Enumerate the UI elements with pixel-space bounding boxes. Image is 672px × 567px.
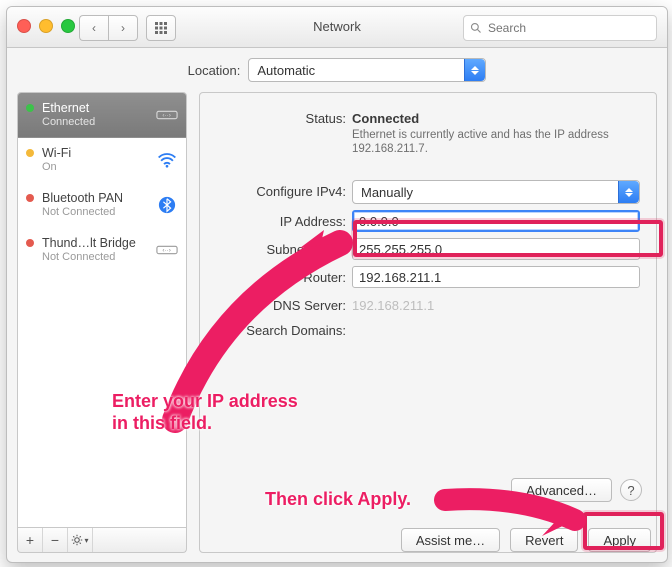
location-label: Location: bbox=[188, 63, 241, 78]
location-value: Automatic bbox=[257, 63, 315, 78]
service-thunderbolt-bridge[interactable]: Thund…lt Bridge Not Connected ‹··› bbox=[18, 228, 186, 273]
wifi-icon bbox=[156, 151, 178, 169]
status-label: Status: bbox=[216, 107, 352, 126]
search-icon bbox=[470, 22, 482, 34]
search-input[interactable] bbox=[486, 20, 650, 36]
apply-button[interactable]: Apply bbox=[588, 528, 651, 552]
service-bluetooth-pan[interactable]: Bluetooth PAN Not Connected bbox=[18, 183, 186, 228]
router-label: Router: bbox=[216, 266, 352, 285]
bluetooth-icon bbox=[156, 196, 178, 214]
configure-ipv4-dropdown[interactable]: Manually bbox=[352, 180, 640, 204]
forward-button[interactable]: › bbox=[108, 15, 138, 41]
service-name: Ethernet bbox=[42, 101, 148, 115]
preferences-window: ‹ › Network Location: Automatic bbox=[6, 6, 668, 563]
service-status: On bbox=[42, 160, 148, 174]
location-dropdown[interactable]: Automatic bbox=[248, 58, 486, 82]
show-all-button[interactable] bbox=[146, 15, 176, 41]
search-domains-value bbox=[352, 319, 640, 323]
configure-ipv4-label: Configure IPv4: bbox=[216, 180, 352, 199]
window-controls bbox=[17, 19, 75, 33]
svg-text:‹··›: ‹··› bbox=[162, 247, 171, 254]
services-sidebar: Ethernet Connected ‹··› Wi-Fi On bbox=[17, 92, 187, 553]
service-status: Connected bbox=[42, 115, 148, 129]
titlebar: ‹ › Network bbox=[7, 7, 667, 48]
service-wifi[interactable]: Wi-Fi On bbox=[18, 138, 186, 183]
ethernet-icon: ‹··› bbox=[156, 106, 178, 124]
advanced-button[interactable]: Advanced… bbox=[511, 478, 612, 502]
assist-me-button[interactable]: Assist me… bbox=[401, 528, 500, 552]
services-list: Ethernet Connected ‹··› Wi-Fi On bbox=[17, 92, 187, 528]
service-ethernet[interactable]: Ethernet Connected ‹··› bbox=[18, 93, 186, 138]
search-domains-label: Search Domains: bbox=[216, 319, 352, 338]
sidebar-toolbar: + − ▾ bbox=[17, 528, 187, 553]
subnet-mask-input[interactable] bbox=[352, 238, 640, 260]
revert-button[interactable]: Revert bbox=[510, 528, 578, 552]
configure-ipv4-value: Manually bbox=[361, 185, 413, 200]
chevron-down-icon: ▾ bbox=[84, 536, 88, 545]
body: Ethernet Connected ‹··› Wi-Fi On bbox=[7, 92, 667, 563]
status-description: Ethernet is currently active and has the… bbox=[352, 128, 632, 156]
service-actions-button[interactable]: ▾ bbox=[68, 528, 93, 552]
status-value: Connected bbox=[352, 107, 640, 126]
status-dot-icon bbox=[26, 104, 34, 112]
dns-server-value: 192.168.211.1 bbox=[352, 294, 640, 313]
status-dot-icon bbox=[26, 149, 34, 157]
minimize-window-button[interactable] bbox=[39, 19, 53, 33]
grid-icon bbox=[155, 22, 167, 34]
back-button[interactable]: ‹ bbox=[79, 15, 108, 41]
dns-server-label: DNS Server: bbox=[216, 294, 352, 313]
status-dot-icon bbox=[26, 239, 34, 247]
service-status: Not Connected bbox=[42, 205, 148, 219]
router-input[interactable] bbox=[352, 266, 640, 288]
ip-address-label: IP Address: bbox=[216, 210, 352, 229]
add-service-button[interactable]: + bbox=[18, 528, 43, 552]
detail-pane: Status: Connected Ethernet is currently … bbox=[199, 92, 657, 553]
ip-address-input[interactable] bbox=[352, 210, 640, 232]
search-field[interactable] bbox=[463, 15, 657, 41]
remove-service-button[interactable]: − bbox=[43, 528, 68, 552]
status-dot-icon bbox=[26, 194, 34, 202]
nav-buttons: ‹ › bbox=[79, 15, 176, 41]
chevron-updown-icon bbox=[618, 181, 639, 203]
svg-text:‹··›: ‹··› bbox=[162, 112, 171, 119]
service-name: Thund…lt Bridge bbox=[42, 236, 148, 250]
subnet-mask-label: Subnet Mask: bbox=[216, 238, 352, 257]
location-row: Location: Automatic bbox=[7, 48, 667, 92]
service-name: Wi-Fi bbox=[42, 146, 148, 160]
chevron-updown-icon bbox=[464, 59, 485, 81]
zoom-window-button[interactable] bbox=[61, 19, 75, 33]
service-status: Not Connected bbox=[42, 250, 148, 264]
footer-buttons: Assist me… Revert Apply bbox=[401, 528, 651, 552]
service-name: Bluetooth PAN bbox=[42, 191, 148, 205]
gear-icon bbox=[71, 534, 83, 546]
help-button[interactable]: ? bbox=[620, 479, 642, 501]
ethernet-icon: ‹··› bbox=[156, 241, 178, 259]
close-window-button[interactable] bbox=[17, 19, 31, 33]
